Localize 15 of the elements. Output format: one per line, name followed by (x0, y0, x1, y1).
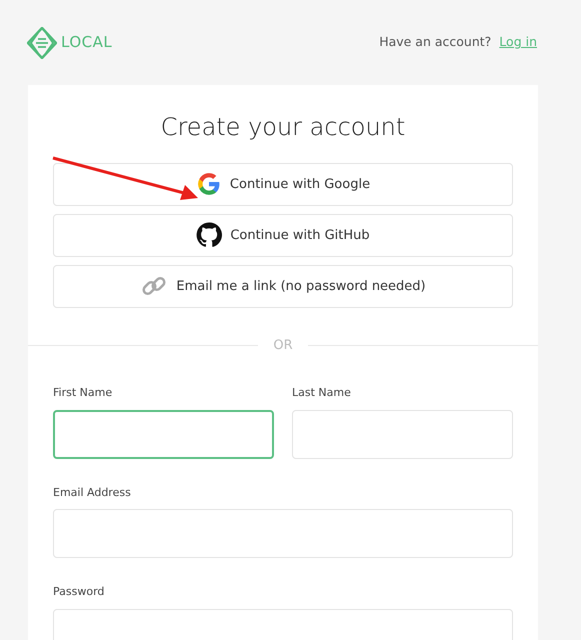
field-label: Email Address (53, 484, 132, 501)
field-label: First Name (53, 385, 114, 402)
account-prompt: Have an account? (379, 33, 492, 52)
google-icon (196, 171, 222, 198)
field-label: Last Name (292, 385, 352, 402)
github-sign-in-button[interactable]: Continue with GitHub (53, 214, 513, 257)
field-label: Password (53, 584, 106, 600)
github-icon (196, 222, 222, 248)
link-sign-in-button[interactable]: Email me a link (no password needed) (53, 264, 513, 308)
logo-icon (27, 26, 57, 58)
page-title: Create your account (160, 113, 406, 142)
logo-text: LOCAL (61, 32, 112, 54)
input-field[interactable] (53, 410, 274, 459)
divider-text: OR (272, 336, 294, 355)
google-sign-in-button[interactable]: Continue with Google (53, 162, 513, 206)
